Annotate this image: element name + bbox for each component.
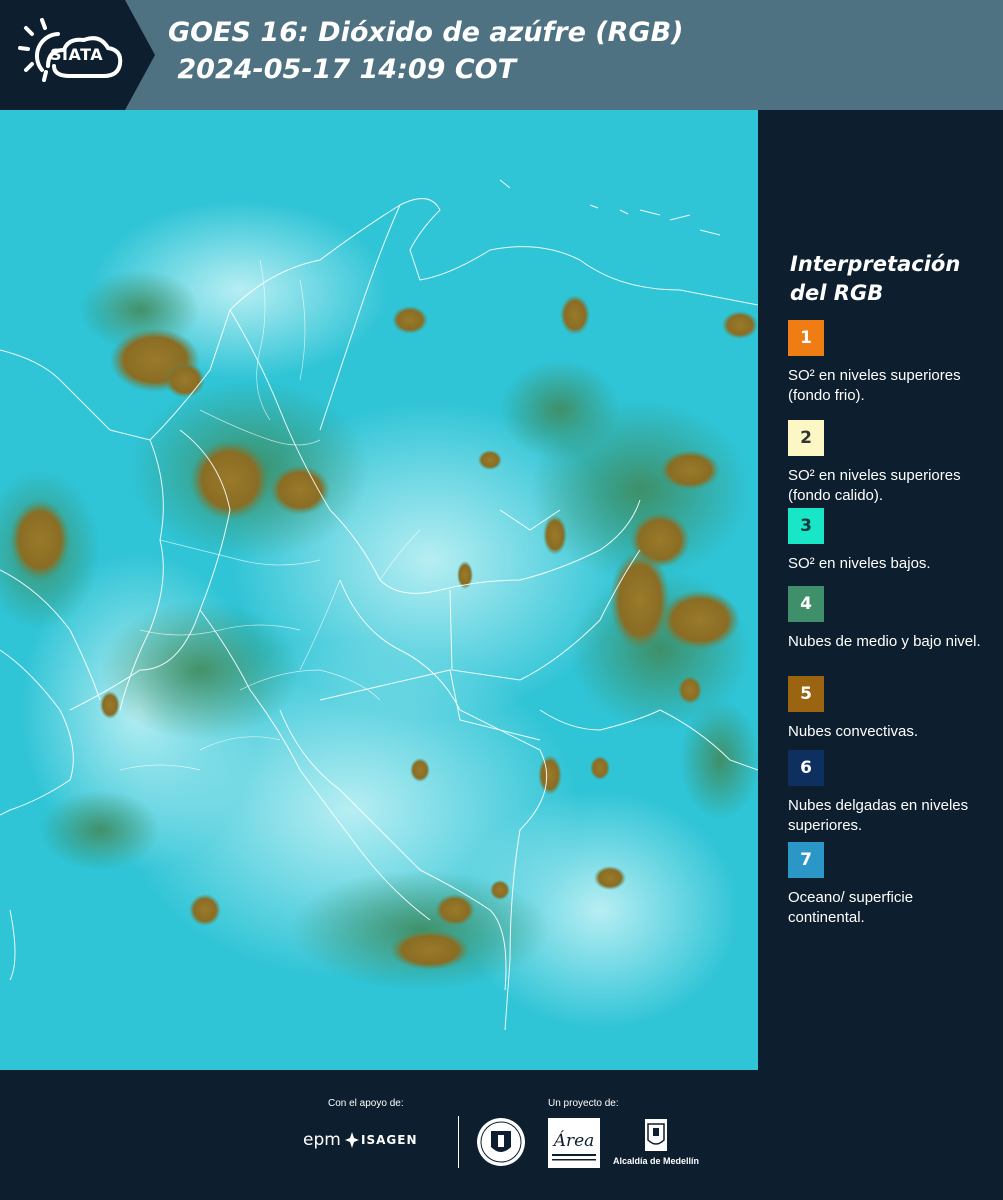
legend-item-5: 5 Nubes convectivas. [788, 676, 988, 742]
legend-item-6: 6 Nubes delgadas en niveles superiores. [788, 750, 988, 836]
siata-logo: SIATA [0, 0, 155, 110]
legend-item-3: 3 SO² en niveles bajos. [788, 508, 988, 574]
legend-swatch: 7 [788, 842, 824, 878]
page-title: GOES 16: Dióxido de azúfre (RGB) 2024-05… [168, 14, 684, 88]
legend-swatch: 2 [788, 420, 824, 456]
satellite-map [0, 110, 758, 1070]
legend-swatch: 4 [788, 586, 824, 622]
header-bar: SIATA GOES 16: Dióxido de azúfre (RGB) 2… [0, 0, 1003, 110]
legend-item-4: 4 Nubes de medio y bajo nivel. [788, 586, 988, 652]
alcaldia-logo-text: Alcaldía de Medellín [612, 1156, 700, 1166]
siata-logo-text: SIATA [50, 45, 104, 64]
legend-label: SO² en niveles bajos. [788, 555, 931, 572]
title-product: GOES 16: Dióxido de azúfre (RGB) [168, 17, 684, 48]
alcaldia-medellin-logo: Alcaldía de Medellín [610, 1118, 702, 1168]
legend-label: Oceano/ superficie continental. [788, 889, 914, 926]
legend-item-7: 7 Oceano/ superficie continental. [788, 842, 988, 928]
isagen-star-icon [345, 1132, 359, 1148]
area-metropolitana-logo: Área [548, 1118, 600, 1168]
legend-title: Interpretación del RGB [790, 252, 961, 305]
legend-label: SO² en niveles superiores (fondo calido)… [788, 467, 961, 504]
legend-swatch: 3 [788, 508, 824, 544]
svg-text:Área: Área [552, 1130, 595, 1151]
alcaldia-shield-icon [645, 1119, 667, 1151]
epm-logo: epm [303, 1130, 341, 1150]
medellin-seal-icon [477, 1118, 525, 1166]
legend-panel: Interpretación del RGB 1 SO² en niveles s… [760, 110, 1003, 1070]
legend-swatch: 1 [788, 320, 824, 356]
satellite-image [0, 110, 758, 1070]
footer: Con el apoyo de: Un proyecto de: epm ISA… [0, 1070, 1003, 1200]
footer-divider [458, 1116, 459, 1168]
legend-label: Nubes delgadas en niveles superiores. [788, 797, 969, 834]
legend-label: Nubes convectivas. [788, 723, 919, 740]
support-label: Con el apoyo de: [328, 1098, 404, 1109]
legend-item-2: 2 SO² en niveles superiores (fondo calido… [788, 420, 988, 506]
isagen-logo: ISAGEN [361, 1133, 418, 1147]
project-label: Un proyecto de: [548, 1098, 619, 1109]
title-datetime: 2024-05-17 14:09 COT [168, 54, 517, 85]
legend-label: Nubes de medio y bajo nivel. [788, 633, 981, 650]
legend-swatch: 6 [788, 750, 824, 786]
legend-item-1: 1 SO² en niveles superiores (fondo frio). [788, 320, 988, 406]
legend-label: SO² en niveles superiores (fondo frio). [788, 367, 961, 404]
legend-swatch: 5 [788, 676, 824, 712]
